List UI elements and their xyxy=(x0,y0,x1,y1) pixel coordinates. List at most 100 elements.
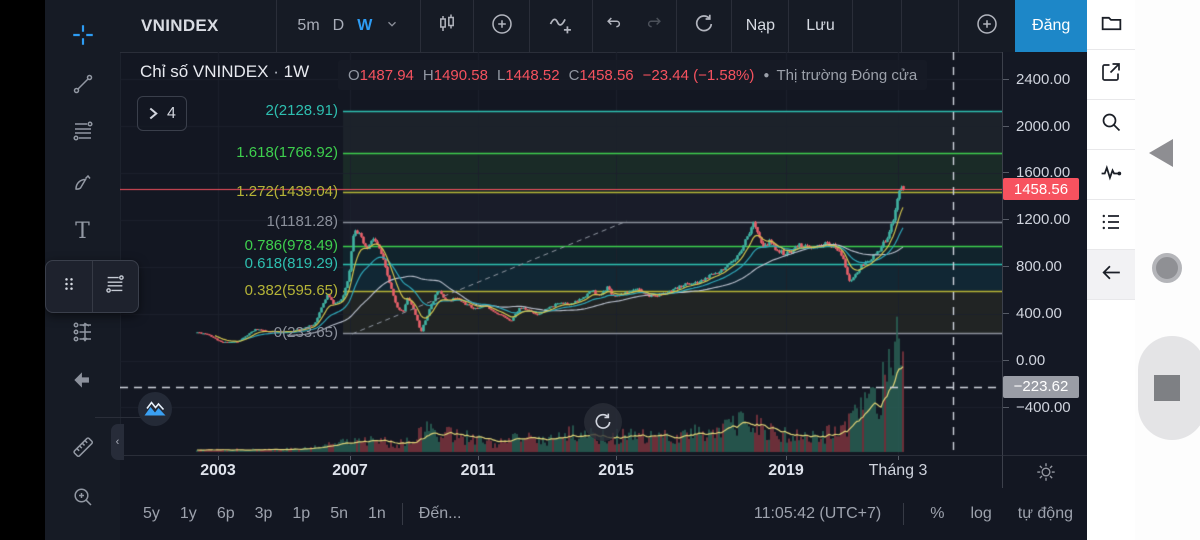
crosshair-tool[interactable] xyxy=(45,13,120,57)
percent-scale-button[interactable]: % xyxy=(930,505,944,523)
time-tickmark xyxy=(350,456,351,460)
price-tick-2000.00: 2000.00 xyxy=(1003,116,1070,136)
popup-drag-handle[interactable] xyxy=(46,261,92,312)
fib-extension-icon xyxy=(71,320,95,344)
time-tick-2011: 2011 xyxy=(460,462,496,479)
collapse-panel-button[interactable] xyxy=(1087,250,1135,300)
folder-icon xyxy=(1099,10,1124,40)
last-price-badge: 1458.56 xyxy=(1003,178,1079,201)
status-dot-icon: ● xyxy=(763,69,770,81)
range-5n[interactable]: 5n xyxy=(330,505,348,523)
range-5y[interactable]: 5y xyxy=(143,505,160,523)
reload-button[interactable] xyxy=(676,0,731,52)
time-tickmark xyxy=(616,456,617,460)
open-external-button[interactable] xyxy=(1087,50,1135,100)
chart-style-button[interactable] xyxy=(420,0,473,52)
time-axis[interactable]: 2003 2007 2011 2015 2019 Tháng 3 xyxy=(120,455,1002,489)
axis-options: 11:05:42 (UTC+7) % log tự động xyxy=(728,503,1087,525)
popup-active-tool[interactable] xyxy=(91,261,139,312)
ohlc-value: 1448.52 xyxy=(505,66,560,84)
price-tick-800.00: 800.00 xyxy=(1003,257,1062,277)
log-scale-button[interactable]: log xyxy=(970,505,991,523)
legend-interval: 1W xyxy=(283,62,310,81)
auto-scale-button[interactable]: tự động xyxy=(1018,505,1073,523)
undo-icon[interactable] xyxy=(604,13,626,40)
horizontal-line-badge: −223.62 xyxy=(1003,375,1079,398)
fib-extension-tool[interactable] xyxy=(45,310,120,354)
redo-icon[interactable] xyxy=(642,13,664,40)
range-6p[interactable]: 6p xyxy=(217,505,235,523)
price-tick-label: 800.00 xyxy=(1016,258,1062,276)
fib-label-1: 1(1181.28) xyxy=(266,212,338,230)
trendline-tool[interactable] xyxy=(45,62,120,106)
broker-logo xyxy=(137,391,173,432)
luu-button[interactable]: Lưu xyxy=(788,0,851,52)
interval-options: 5m D W xyxy=(297,17,372,35)
tick-dash xyxy=(1003,266,1009,268)
price-tick-400.00: 400.00 xyxy=(1003,304,1062,324)
tick-dash xyxy=(1003,219,1009,221)
brush-tool[interactable] xyxy=(45,160,120,204)
price-tick-0.00: 0.00 xyxy=(1003,351,1045,371)
interval-5m[interactable]: 5m xyxy=(297,17,319,35)
android-nav-area xyxy=(1135,0,1200,540)
indicators-button[interactable] xyxy=(528,0,592,52)
reset-chart-button[interactable] xyxy=(584,403,622,441)
time-tick-Tháng 3: Tháng 3 xyxy=(868,462,928,479)
measure-tool[interactable] xyxy=(45,425,120,469)
interval-switcher: 5m D W xyxy=(275,0,420,52)
undo-redo-group xyxy=(591,0,676,52)
add-alert-button[interactable] xyxy=(958,0,1015,52)
text-tool[interactable]: T xyxy=(45,209,120,253)
nap-button[interactable]: Nạp xyxy=(731,0,788,52)
search-icon xyxy=(1099,110,1123,139)
ohlc-key: C xyxy=(568,66,580,84)
fib-retracement-selected-icon xyxy=(104,273,126,300)
hide-drawings-button[interactable] xyxy=(45,358,120,402)
price-axis[interactable]: 2400.00 2000.00 1600.00 1200.00 800.00 400.00… xyxy=(1002,52,1088,455)
screen-pill-icon[interactable] xyxy=(1138,336,1200,440)
chevron-down-icon[interactable] xyxy=(385,17,399,36)
price-tick-label: 2000.00 xyxy=(1016,117,1071,135)
drag-handle-icon xyxy=(59,274,79,299)
range-1n[interactable]: 1n xyxy=(368,505,386,523)
goto-date-button[interactable]: Đến... xyxy=(419,505,462,523)
alerts-pulse-button[interactable] xyxy=(1087,150,1135,200)
fib-retracement-tool[interactable] xyxy=(45,109,120,153)
reset-view-icon xyxy=(595,413,611,429)
legend-symbol-title[interactable]: Chỉ số VNINDEX · 1W xyxy=(140,62,309,82)
square-icon xyxy=(1154,375,1180,401)
range-1y[interactable]: 1y xyxy=(180,505,197,523)
objects-tree-button[interactable]: 4 xyxy=(137,96,187,131)
ohlc-value: 1490.58 xyxy=(433,66,488,84)
interval-D[interactable]: D xyxy=(333,17,345,35)
range-buttons: 5y 1y 6p 3p 1p 5n 1n xyxy=(120,505,386,523)
ohlc-O: O1487.94 xyxy=(348,67,414,84)
time-tickmark xyxy=(478,456,479,460)
price-tick-label: 1200.00 xyxy=(1016,211,1071,229)
trading-app: T ‹ VNINDEX 5m D W Nạp Lưu Đăng Chỉ số V… xyxy=(0,0,1200,540)
publish-button[interactable]: Đăng xyxy=(1015,0,1088,52)
compare-button[interactable] xyxy=(473,0,528,52)
back-triangle-icon[interactable] xyxy=(1149,139,1173,167)
alert-plus-icon xyxy=(974,11,1000,42)
fib-label-2: 2(2128.91) xyxy=(265,101,338,119)
interval-W[interactable]: W xyxy=(357,17,372,35)
range-1p[interactable]: 1p xyxy=(292,505,310,523)
range-3p[interactable]: 3p xyxy=(255,505,273,523)
price-tick-1200.00: 1200.00 xyxy=(1003,210,1070,230)
ohlc-key: O xyxy=(348,66,360,84)
market-status-label: Thị trường Đóng cửa xyxy=(776,66,918,84)
symbol-button[interactable]: VNINDEX xyxy=(120,0,276,52)
axis-settings-corner[interactable] xyxy=(1002,455,1088,488)
search-button[interactable] xyxy=(1087,100,1135,150)
app-sidebar xyxy=(1087,0,1135,540)
fib-label-1.618: 1.618(1766.92) xyxy=(236,144,338,162)
clock-label[interactable]: 11:05:42 (UTC+7) xyxy=(754,505,881,523)
watchlist-button[interactable] xyxy=(1087,200,1135,250)
toolbar-collapse-tab[interactable]: ‹ xyxy=(111,424,124,460)
open-external-icon xyxy=(1099,60,1123,89)
circle-button-icon[interactable] xyxy=(1152,253,1182,283)
layouts-button[interactable] xyxy=(1087,0,1135,50)
zoom-in-tool[interactable] xyxy=(45,475,120,519)
